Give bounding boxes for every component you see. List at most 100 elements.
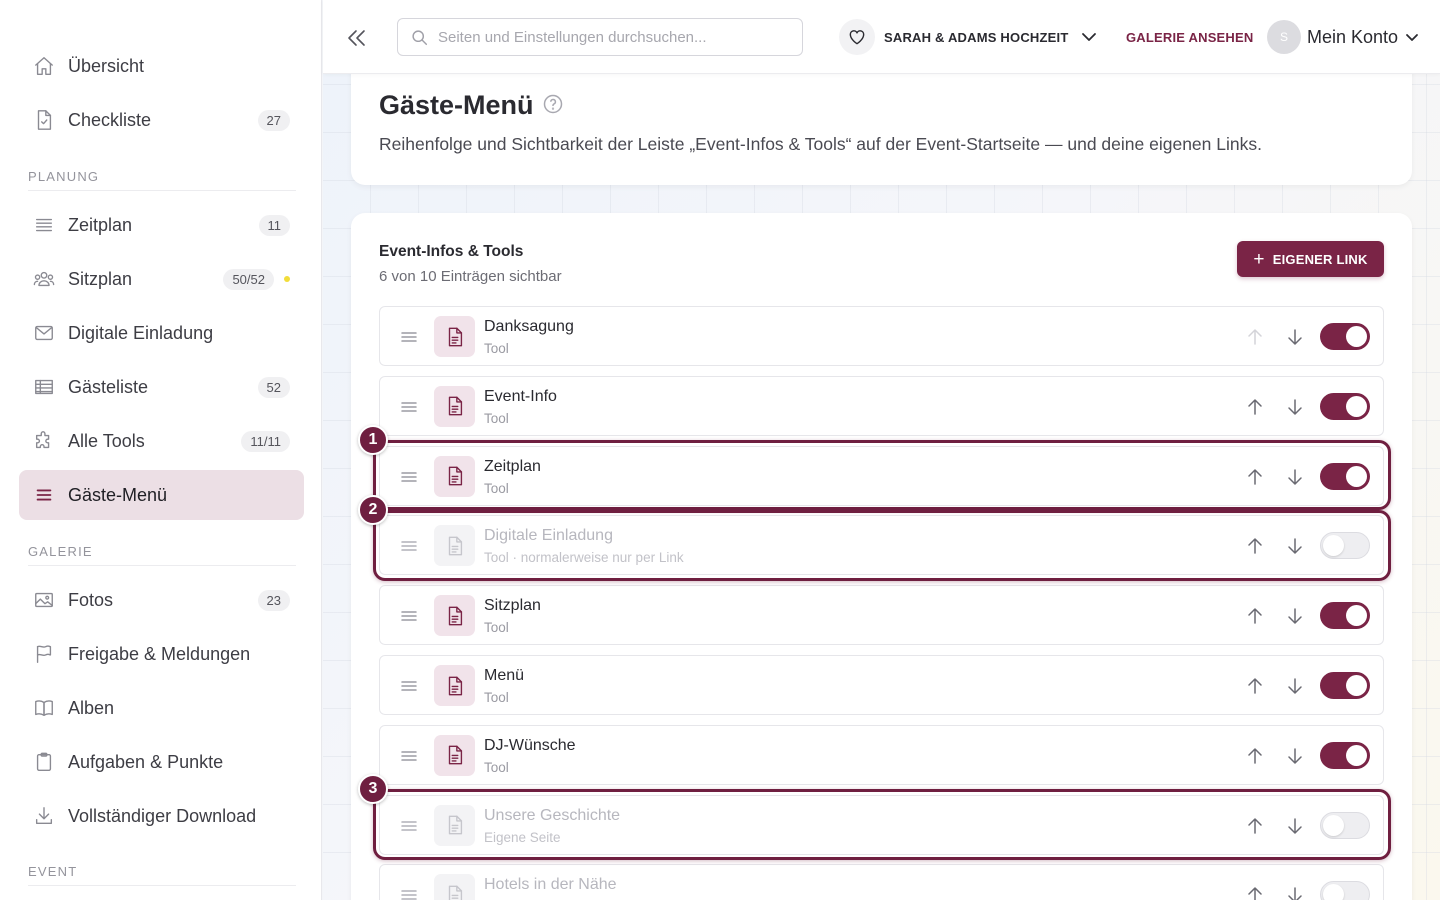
- drag-handle-icon[interactable]: [400, 607, 418, 625]
- document-icon: [434, 665, 475, 706]
- arrow-down-icon: [1288, 399, 1302, 415]
- menu-item-row[interactable]: Sitzplan Tool: [379, 585, 1384, 646]
- toggle-knob: [1346, 395, 1367, 417]
- menu-item-type: Eigene Seite: [484, 829, 561, 845]
- move-up-button[interactable]: [1244, 675, 1266, 697]
- document-icon: [434, 385, 475, 427]
- menu-item-title: Sitzplan: [484, 597, 541, 615]
- move-down-button[interactable]: [1284, 884, 1306, 900]
- menu-item-row[interactable]: Unsere Geschichte Eigene Seite: [379, 794, 1384, 855]
- drag-handle-icon[interactable]: [400, 747, 418, 765]
- arrow-up-icon: [1248, 678, 1262, 694]
- event-selector[interactable]: SARAH & ADAMS HOCHZEIT: [839, 18, 1097, 56]
- arrow-down-icon: [1288, 468, 1302, 485]
- sidebar-item-alle-tools[interactable]: Alle Tools 11/11: [19, 416, 304, 466]
- sidebar-item-download[interactable]: Vollständiger Download: [19, 791, 304, 841]
- flag-icon: [33, 643, 55, 665]
- menu-item-row[interactable]: Digitale Einladung Tool · normalerweise n…: [379, 515, 1384, 576]
- search-box[interactable]: [397, 18, 803, 56]
- move-up-button[interactable]: [1244, 326, 1266, 348]
- menu-item-type: Tool: [484, 480, 509, 496]
- visibility-toggle[interactable]: [1320, 602, 1370, 630]
- document-icon: [434, 595, 475, 637]
- search-input[interactable]: [438, 25, 788, 49]
- document-icon: [434, 804, 475, 846]
- menu-item-title: Menü: [484, 667, 525, 684]
- menu-item-row[interactable]: Menü Tool: [379, 655, 1384, 715]
- drag-handle-icon[interactable]: [400, 468, 418, 486]
- section-label-event: EVENT: [28, 864, 78, 879]
- move-down-button[interactable]: [1284, 815, 1306, 837]
- toggle-knob: [1323, 884, 1344, 900]
- visibility-toggle[interactable]: [1320, 392, 1370, 420]
- drag-handle-icon[interactable]: [400, 328, 418, 346]
- toggle-knob: [1346, 326, 1367, 347]
- sidebar-item-zeitplan[interactable]: Zeitplan 11: [19, 200, 304, 250]
- arrow-down-icon: [1288, 817, 1302, 834]
- sidebar-item-fotos[interactable]: Fotos 23: [19, 575, 304, 625]
- menu-item-row[interactable]: Danksagung Tool: [379, 306, 1384, 366]
- move-down-button[interactable]: [1284, 466, 1306, 488]
- section-divider: [28, 885, 296, 886]
- sidebar-item-sitzplan[interactable]: Sitzplan 50/52: [19, 254, 304, 304]
- toggle-knob: [1323, 535, 1344, 557]
- drag-handle-icon[interactable]: [400, 886, 418, 900]
- visibility-toggle[interactable]: [1320, 811, 1370, 839]
- sidebar-item-digitale-einladung[interactable]: Digitale Einladung: [19, 308, 304, 358]
- move-up-button[interactable]: [1244, 815, 1266, 837]
- top-bar: SARAH & ADAMS HOCHZEIT GALERIE ANSEHEN S…: [323, 0, 1440, 74]
- move-up-button[interactable]: [1244, 605, 1266, 627]
- visibility-toggle[interactable]: [1320, 462, 1370, 490]
- help-icon[interactable]: [543, 94, 563, 114]
- visibility-toggle[interactable]: [1320, 532, 1370, 560]
- visibility-toggle[interactable]: [1320, 881, 1370, 900]
- sidebar-item-gaesteliste[interactable]: Gästeliste 52: [19, 362, 304, 412]
- toggle-knob: [1323, 814, 1344, 836]
- sidebar-item-label: Freigabe & Meldungen: [68, 644, 251, 664]
- move-down-button[interactable]: [1284, 675, 1306, 697]
- menu-item-row[interactable]: DJ-Wünsche Tool: [379, 724, 1384, 785]
- menu-item-row[interactable]: Event-Info Tool: [379, 375, 1384, 436]
- drag-handle-icon[interactable]: [400, 817, 418, 835]
- move-down-button[interactable]: [1284, 326, 1306, 348]
- move-down-button[interactable]: [1284, 535, 1306, 557]
- menu-item-row[interactable]: Zeitplan Tool: [379, 445, 1384, 506]
- drag-handle-icon[interactable]: [400, 398, 418, 416]
- sidebar-item-checkliste[interactable]: Checkliste 27: [19, 95, 304, 145]
- visibility-toggle[interactable]: [1320, 741, 1370, 769]
- drag-handle-icon[interactable]: [400, 537, 418, 555]
- arrow-up-icon: [1248, 887, 1262, 900]
- document-icon: [434, 525, 475, 567]
- move-down-button[interactable]: [1284, 396, 1306, 418]
- move-up-button[interactable]: [1244, 535, 1266, 557]
- menu-item-type: Tool: [484, 410, 509, 426]
- document-icon: [434, 316, 475, 357]
- people-icon: [33, 268, 55, 290]
- menu-item-row[interactable]: Hotels in der Nähe: [379, 864, 1384, 900]
- move-up-button[interactable]: [1244, 466, 1266, 488]
- move-up-button[interactable]: [1244, 745, 1266, 767]
- move-up-button[interactable]: [1244, 884, 1266, 900]
- collapse-sidebar-button[interactable]: [343, 24, 371, 52]
- arrow-up-icon: [1248, 329, 1262, 345]
- move-up-button[interactable]: [1244, 396, 1266, 418]
- add-custom-link-button[interactable]: + EIGENER LINK: [1237, 241, 1384, 277]
- mail-icon: [33, 322, 55, 344]
- view-gallery-link[interactable]: GALERIE ANSEHEN: [1126, 30, 1253, 45]
- visibility-toggle[interactable]: [1320, 672, 1370, 699]
- visibility-toggle[interactable]: [1320, 323, 1370, 350]
- menu-item-title: Danksagung: [484, 318, 574, 335]
- sidebar-item-alben[interactable]: Alben: [19, 683, 304, 733]
- sidebar-item-label: Checkliste: [68, 110, 152, 130]
- arrow-up-icon: [1248, 817, 1262, 834]
- account-menu[interactable]: S Mein Konto: [1267, 19, 1420, 55]
- count-badge: 27: [257, 110, 290, 131]
- move-down-button[interactable]: [1284, 745, 1306, 767]
- sidebar-item-aufgaben[interactable]: Aufgaben & Punkte: [19, 737, 304, 787]
- drag-handle-icon[interactable]: [400, 677, 418, 695]
- chevron-down-icon: [1404, 29, 1420, 45]
- sidebar-item-freigabe[interactable]: Freigabe & Meldungen: [19, 629, 304, 679]
- sidebar-item-gaeste-menue[interactable]: Gäste-Menü: [19, 470, 304, 520]
- move-down-button[interactable]: [1284, 605, 1306, 627]
- sidebar-item-uebersicht[interactable]: Übersicht: [19, 41, 304, 91]
